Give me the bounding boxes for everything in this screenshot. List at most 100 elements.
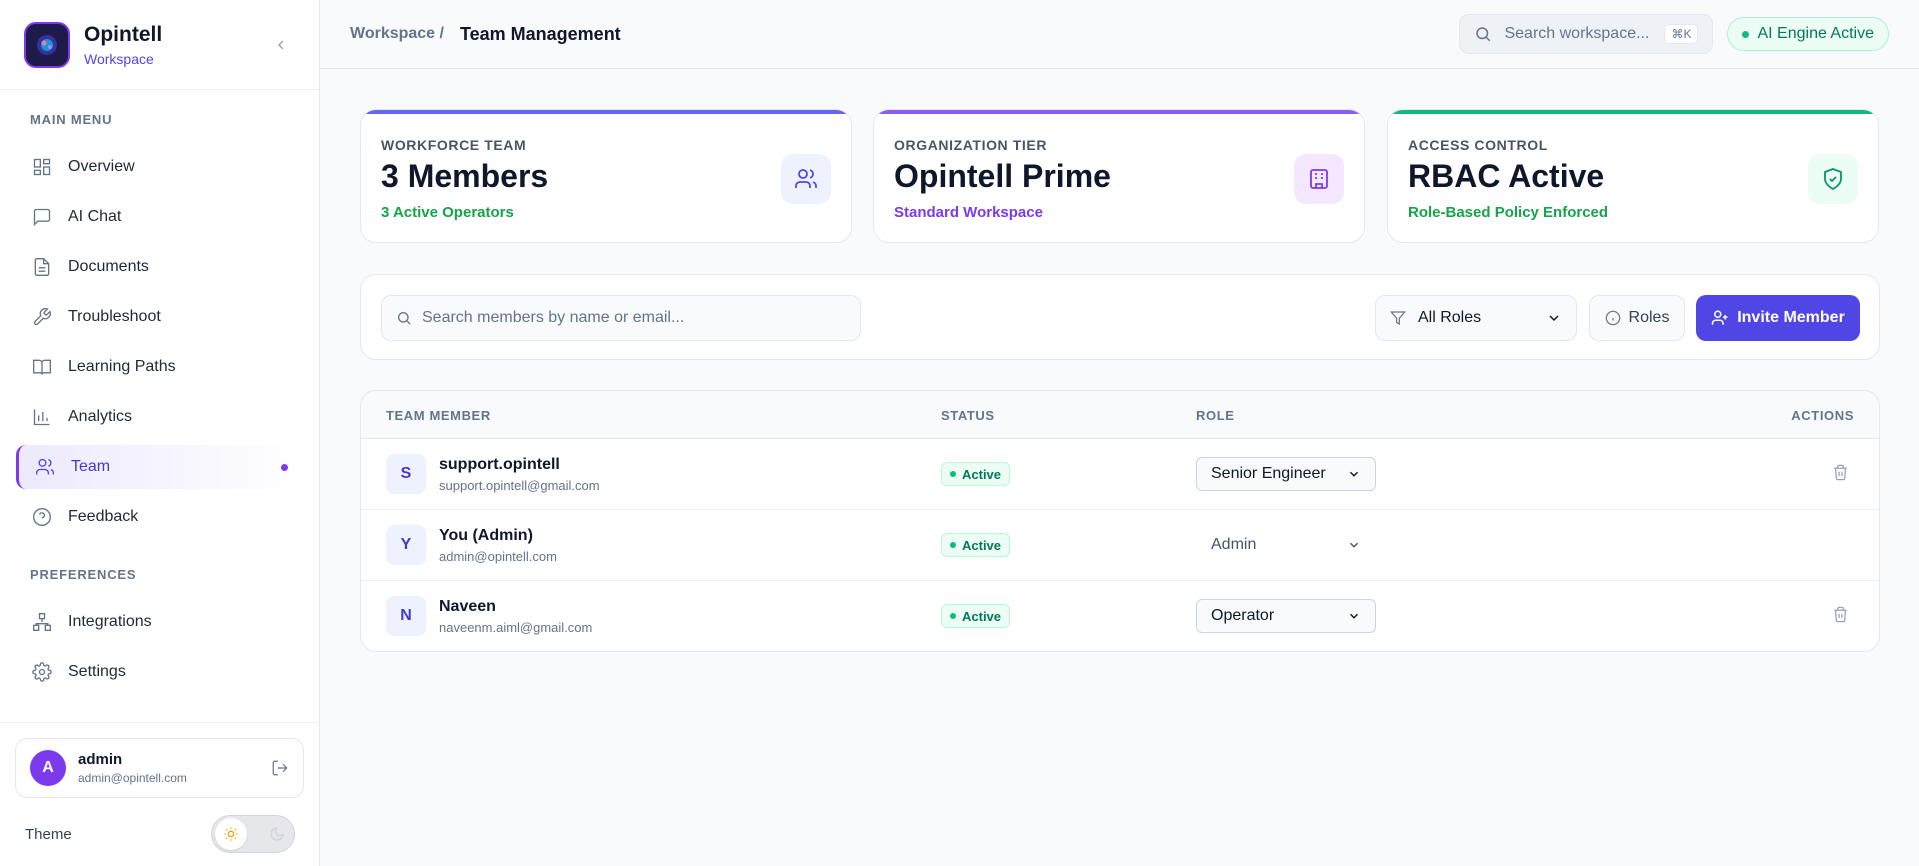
stat-label: WORKFORCE TEAM — [381, 137, 527, 153]
sidebar-item-label: Analytics — [68, 408, 133, 425]
table-row: S support.opintell support.opintell@gmai… — [361, 439, 1879, 510]
engine-status-text: AI Engine Active — [1757, 25, 1874, 42]
sidebar-item-label: Team — [71, 458, 111, 475]
status-dot — [950, 471, 956, 477]
members-table: TEAM MEMBER STATUS ROLE ACTIONS S suppor… — [360, 390, 1880, 652]
sidebar-item-team[interactable]: Team — [16, 445, 304, 489]
member-name: You (Admin) — [439, 527, 533, 544]
chevron-down-icon — [1347, 609, 1361, 623]
building-icon — [1294, 154, 1344, 204]
page-title: Team Management — [459, 23, 621, 44]
role-select-disabled: Admin — [1196, 528, 1376, 562]
chevron-down-icon — [1347, 467, 1361, 481]
sun-icon[interactable] — [215, 818, 247, 850]
stat-subtitle: Role-Based Policy Enforced — [1408, 204, 1609, 221]
status-text: Active — [962, 466, 1002, 482]
grid-icon — [32, 157, 52, 177]
sidebar-item-integrations[interactable]: Integrations — [16, 600, 304, 644]
filter-icon — [1390, 310, 1406, 326]
document-icon — [32, 257, 52, 277]
brand-logo-icon[interactable] — [24, 21, 70, 68]
sidebar: Opintell Workspace MAIN MENU Overview AI… — [0, 0, 320, 866]
trash-icon[interactable] — [1832, 464, 1849, 481]
shield-check-icon — [1808, 154, 1858, 204]
invite-button-label: Invite Member — [1737, 309, 1845, 326]
status-dot — [1742, 30, 1750, 38]
column-header-member: TEAM MEMBER — [386, 408, 491, 423]
member-name: Naveen — [439, 598, 496, 615]
role-value: Admin — [1211, 536, 1257, 553]
role-value: Senior Engineer — [1211, 465, 1326, 482]
accent-bar — [874, 110, 1364, 114]
sidebar-item-troubleshoot[interactable]: Troubleshoot — [16, 295, 304, 339]
status-dot — [950, 542, 956, 548]
sidebar-item-ai-chat[interactable]: AI Chat — [16, 195, 304, 239]
sidebar-item-label: Feedback — [68, 508, 139, 525]
avatar: N — [386, 596, 426, 636]
preferences-heading: PREFERENCES — [30, 567, 137, 582]
role-select[interactable]: Senior Engineer — [1196, 457, 1376, 491]
theme-row: Theme — [25, 814, 295, 854]
stat-value: 3 Members — [381, 158, 549, 194]
column-header-role: ROLE — [1196, 408, 1235, 423]
brand-subtitle: Workspace — [84, 50, 154, 67]
roles-button-label: Roles — [1628, 309, 1670, 326]
status-dot — [950, 613, 956, 619]
stat-card-organization: ORGANIZATION TIER Opintell Prime Standar… — [873, 109, 1365, 243]
network-icon — [32, 612, 52, 632]
workspace-search-input[interactable]: Search workspace... ⌘K — [1459, 14, 1714, 54]
sidebar-item-analytics[interactable]: Analytics — [16, 395, 304, 439]
roles-info-button[interactable]: Roles — [1589, 295, 1685, 341]
help-circle-icon — [32, 507, 52, 527]
sidebar-item-label: Documents — [68, 258, 149, 275]
stat-card-access-control: ACCESS CONTROL RBAC Active Role-Based Po… — [1387, 109, 1879, 243]
sidebar-item-label: Settings — [68, 663, 126, 680]
sidebar-item-learning-paths[interactable]: Learning Paths — [16, 345, 304, 389]
collapse-sidebar-button[interactable] — [267, 31, 295, 59]
shortcut-hint: ⌘K — [1664, 24, 1699, 44]
stat-subtitle: 3 Active Operators — [381, 204, 514, 221]
users-icon — [781, 154, 831, 204]
info-icon — [1605, 310, 1621, 326]
status-badge: AI Engine Active — [1727, 17, 1889, 51]
sidebar-item-feedback[interactable]: Feedback — [16, 495, 304, 539]
stat-card-workforce: WORKFORCE TEAM 3 Members 3 Active Operat… — [360, 109, 852, 243]
sidebar-item-label: AI Chat — [68, 208, 122, 225]
theme-label: Theme — [25, 825, 72, 843]
sidebar-divider — [0, 722, 320, 723]
role-select[interactable]: Operator — [1196, 599, 1376, 633]
avatar: S — [386, 454, 426, 494]
role-filter-select[interactable]: All Roles — [1375, 295, 1577, 341]
invite-member-button[interactable]: Invite Member — [1696, 295, 1860, 341]
member-search-input[interactable]: Search members by name or email... — [381, 295, 861, 341]
role-value: Operator — [1211, 607, 1275, 624]
users-icon — [35, 457, 55, 477]
member-email: admin@opintell.com — [439, 549, 557, 564]
logout-icon[interactable] — [271, 759, 289, 777]
chevron-down-icon — [1347, 538, 1361, 552]
sidebar-item-documents[interactable]: Documents — [16, 245, 304, 289]
moon-icon[interactable] — [269, 826, 285, 842]
sidebar-item-label: Overview — [68, 158, 135, 175]
top-header: Workspace / Team Management Search works… — [320, 0, 1919, 69]
breadcrumb-parent[interactable]: Workspace / — [350, 25, 444, 43]
theme-toggle[interactable] — [211, 815, 295, 853]
active-indicator-dot — [281, 463, 288, 471]
table-row: Y You (Admin) admin@opintell.com Active … — [361, 510, 1879, 581]
user-plus-icon — [1711, 309, 1729, 327]
member-search-placeholder: Search members by name or email... — [422, 309, 685, 326]
status-text: Active — [962, 537, 1002, 553]
stat-subtitle: Standard Workspace — [894, 204, 1043, 221]
member-email: naveenm.aiml@gmail.com — [439, 620, 593, 635]
column-header-actions: ACTIONS — [1791, 408, 1854, 423]
sidebar-item-settings[interactable]: Settings — [16, 650, 304, 694]
sidebar-item-label: Troubleshoot — [68, 308, 161, 325]
bar-chart-icon — [32, 407, 52, 427]
trash-icon[interactable] — [1832, 606, 1849, 623]
sidebar-item-overview[interactable]: Overview — [16, 145, 304, 189]
members-toolbar: Search members by name or email... All R… — [360, 274, 1880, 360]
avatar: A — [30, 750, 66, 786]
table-row: N Naveen naveenm.aiml@gmail.com Active O… — [361, 581, 1879, 651]
chevron-left-icon — [278, 40, 284, 49]
user-card[interactable]: A admin admin@opintell.com — [15, 738, 304, 798]
